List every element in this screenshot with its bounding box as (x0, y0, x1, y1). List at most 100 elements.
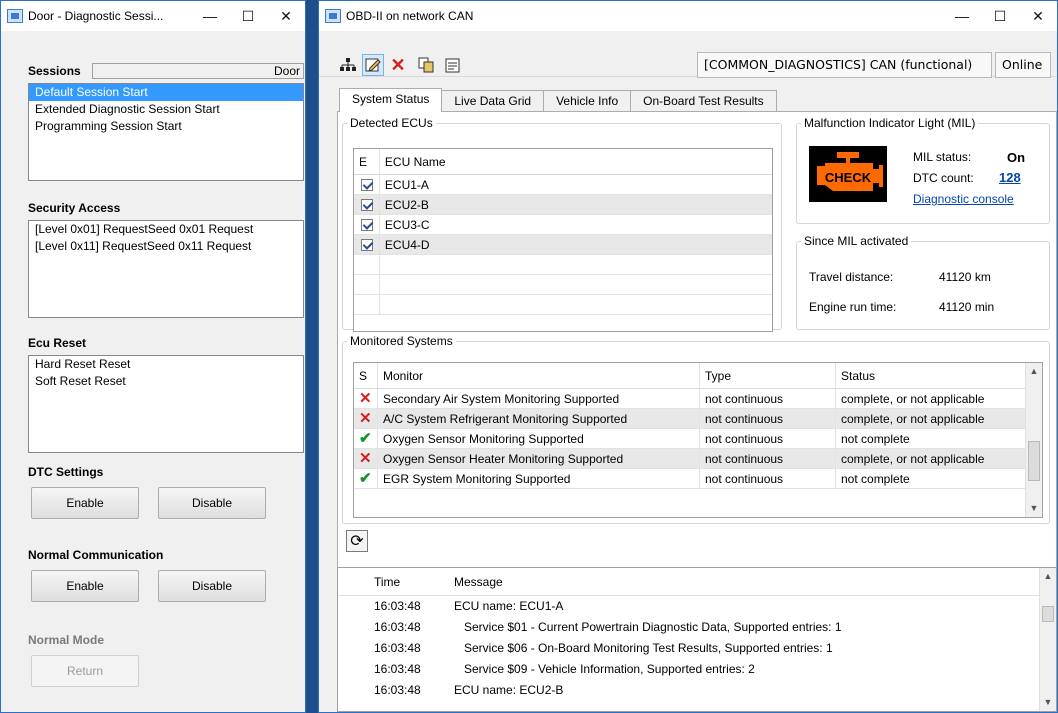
refresh-icon[interactable]: ⟳ (346, 530, 368, 552)
message-log[interactable]: Time Message 16:03:48 ECU name: ECU1-A 1… (337, 567, 1057, 712)
since-mil-group: Since MIL activated Travel distance: 411… (796, 234, 1050, 330)
ecu-row[interactable]: ECU3-C (354, 215, 772, 235)
monitor-row[interactable]: ✕ A/C System Refrigerant Monitoring Supp… (354, 409, 1042, 429)
ecu-enabled-checkbox[interactable] (361, 219, 373, 231)
log-time: 16:03:48 (374, 662, 421, 676)
tab-vehicle-info[interactable]: Vehicle Info (543, 90, 632, 112)
log-header: Time Message (338, 568, 1056, 596)
tab-on-board-test-results[interactable]: On-Board Test Results (630, 90, 777, 112)
log-row[interactable]: 16:03:48 Service $09 - Vehicle Informati… (338, 659, 1056, 680)
mil-status-label: MIL status: (913, 150, 972, 164)
session-item[interactable]: Programming Session Start (29, 118, 303, 135)
sessions-context: Door (273, 64, 300, 78)
monitored-systems-legend: Monitored Systems (350, 334, 453, 348)
security-item[interactable]: [Level 0x01] RequestSeed 0x01 Request (29, 221, 303, 238)
mil-legend: Malfunction Indicator Light (MIL) (804, 116, 976, 130)
fail-icon: ✕ (354, 389, 378, 408)
monitor-row[interactable]: ✔ Oxygen Sensor Monitoring Supported not… (354, 429, 1042, 449)
maximize-button[interactable]: ☐ (981, 1, 1019, 31)
column-header-ecu-name[interactable]: ECU Name (380, 149, 772, 174)
security-access-heading: Security Access (28, 201, 121, 215)
log-row[interactable]: 16:03:48 ECU name: ECU2-B (338, 680, 1056, 701)
scroll-up-icon[interactable]: ▲ (1026, 363, 1042, 380)
title-bar[interactable]: OBD-II on network CAN — ☐ ✕ (319, 1, 1057, 31)
security-item[interactable]: [Level 0x11] RequestSeed 0x11 Request (29, 238, 303, 255)
monitor-status: complete, or not applicable (841, 412, 985, 426)
ecu-grid[interactable]: E ECU Name ECU1-A ECU2-B ECU3-C ECU4-D (353, 148, 773, 332)
session-item[interactable]: Default Session Start (29, 84, 303, 101)
column-header-message[interactable]: Message (424, 568, 503, 595)
minimize-button[interactable]: — (191, 1, 229, 31)
log-time: 16:03:48 (374, 599, 421, 613)
monitor-row[interactable]: ✕ Oxygen Sensor Heater Monitoring Suppor… (354, 449, 1042, 469)
sessions-list[interactable]: Default Session Start Extended Diagnosti… (28, 83, 304, 181)
network-field[interactable]: [COMMON_DIAGNOSTICS] CAN (functional) (697, 52, 992, 78)
tab-bar: System Status Live Data Grid Vehicle Inf… (339, 88, 777, 112)
log-row[interactable]: 16:03:48 Service $01 - Current Powertrai… (338, 617, 1056, 638)
check-engine-label: CHECK (825, 170, 872, 185)
scroll-up-icon[interactable]: ▲ (1040, 568, 1056, 585)
monitor-name: Secondary Air System Monitoring Supporte… (378, 389, 700, 408)
edit-icon[interactable] (362, 54, 384, 76)
monitor-name: Oxygen Sensor Monitoring Supported (378, 429, 700, 448)
window-title: OBD-II on network CAN (346, 9, 474, 23)
tab-system-status[interactable]: System Status (339, 88, 443, 112)
delete-icon[interactable]: ✕ (387, 54, 409, 76)
comm-disable-button[interactable]: Disable (158, 570, 266, 602)
notes-icon[interactable] (441, 54, 463, 76)
fail-icon: ✕ (354, 449, 378, 468)
column-header-monitor[interactable]: Monitor (378, 363, 700, 388)
dtc-count-link[interactable]: 128 (999, 170, 1021, 185)
obd-window: OBD-II on network CAN — ☐ ✕ ✕ [COMMON_DI… (318, 0, 1058, 713)
column-header-status[interactable]: Status (836, 363, 1027, 388)
diagnostic-console-link[interactable]: Diagnostic console (913, 192, 1014, 206)
sessions-heading: Sessions (28, 64, 81, 78)
monitor-row[interactable]: ✕ Secondary Air System Monitoring Suppor… (354, 389, 1042, 409)
ecu-row[interactable]: ECU2-B (354, 195, 772, 215)
scroll-down-icon[interactable]: ▼ (1026, 500, 1042, 517)
ecu-name: ECU3-C (384, 218, 430, 232)
ecu-grid-header: E ECU Name (354, 149, 772, 175)
security-access-list[interactable]: [Level 0x01] RequestSeed 0x01 Request [L… (28, 220, 304, 318)
scroll-thumb[interactable] (1028, 441, 1040, 481)
network-icon[interactable] (337, 54, 359, 76)
column-header-time[interactable]: Time (338, 568, 424, 595)
log-row[interactable]: 16:03:48 Service $06 - On-Board Monitori… (338, 638, 1056, 659)
dtc-enable-button[interactable]: Enable (31, 487, 139, 519)
monitor-name: A/C System Refrigerant Monitoring Suppor… (378, 409, 700, 428)
title-bar[interactable]: Door - Diagnostic Sessi... — ☐ ✕ (1, 1, 305, 31)
system-status-page: Detected ECUs E ECU Name ECU1-A ECU2-B E… (337, 111, 1057, 570)
minimize-button[interactable]: — (943, 1, 981, 31)
ecu-enabled-checkbox[interactable] (361, 179, 373, 191)
maximize-button[interactable]: ☐ (229, 1, 267, 31)
close-button[interactable]: ✕ (267, 1, 305, 31)
ecu-row[interactable]: ECU4-D (354, 235, 772, 255)
session-item[interactable]: Extended Diagnostic Session Start (29, 101, 303, 118)
log-row[interactable]: 16:03:48 ECU name: ECU1-A (338, 596, 1056, 617)
ecu-enabled-checkbox[interactable] (361, 239, 373, 251)
monitor-scrollbar[interactable]: ▲ ▼ (1025, 363, 1042, 517)
scroll-thumb[interactable] (1042, 606, 1054, 622)
close-button[interactable]: ✕ (1019, 1, 1057, 31)
column-header-e[interactable]: E (354, 149, 380, 174)
dtc-disable-button[interactable]: Disable (158, 487, 266, 519)
ecu-row[interactable]: ECU1-A (354, 175, 772, 195)
ecu-reset-list[interactable]: Hard Reset Reset Soft Reset Reset (28, 355, 304, 453)
monitor-type: not continuous (700, 469, 836, 488)
column-header-s[interactable]: S (354, 363, 378, 388)
tab-live-data-grid[interactable]: Live Data Grid (441, 90, 545, 112)
log-message: ECU name: ECU1-A (454, 599, 564, 613)
ecu-enabled-checkbox[interactable] (361, 199, 373, 211)
reset-item[interactable]: Hard Reset Reset (29, 356, 303, 373)
monitor-row[interactable]: ✔ EGR System Monitoring Supported not co… (354, 469, 1042, 489)
return-button[interactable]: Return (31, 655, 139, 687)
copy-icon[interactable] (415, 54, 437, 76)
engine-run-time-value: 41120 min (939, 300, 995, 314)
monitor-name: EGR System Monitoring Supported (378, 469, 700, 488)
reset-item[interactable]: Soft Reset Reset (29, 373, 303, 390)
column-header-type[interactable]: Type (700, 363, 836, 388)
log-scrollbar[interactable]: ▲ ▼ (1039, 568, 1056, 711)
monitor-grid[interactable]: S Monitor Type Status ✕ Secondary Air Sy… (353, 362, 1043, 518)
scroll-down-icon[interactable]: ▼ (1040, 694, 1056, 711)
comm-enable-button[interactable]: Enable (31, 570, 139, 602)
